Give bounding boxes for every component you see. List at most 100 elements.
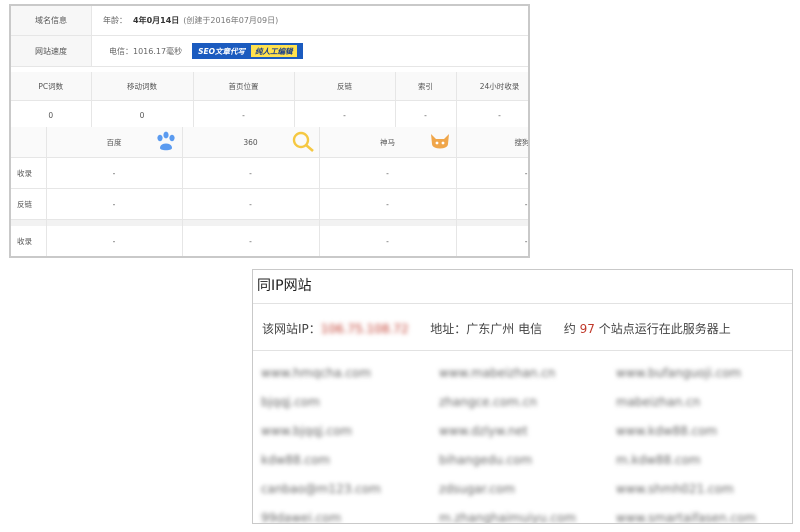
divider xyxy=(253,350,792,351)
site-link[interactable]: mabeizhan.cn xyxy=(616,395,700,409)
engine-cell: - xyxy=(46,226,183,256)
site-link[interactable]: zdsugar.com xyxy=(439,482,515,496)
engine-header-blank xyxy=(11,127,47,158)
speed-value: 电信：1016.17毫秒 xyxy=(109,46,183,56)
engine-row: 收录 - - - - xyxy=(11,226,528,256)
site-link[interactable]: m.zhanghaimuiyu.com xyxy=(439,511,576,523)
site-row: www.hmqcha.com www.mabeizhan.cn www.bufa… xyxy=(261,366,781,395)
engine-cell: - xyxy=(46,257,182,259)
site-row: bjqqj.com zhangce.com.cn mabeizhan.cn xyxy=(261,395,781,424)
stats-header-home: 首页位置 xyxy=(193,72,295,101)
site-link[interactable]: canbao@m123.com xyxy=(261,482,381,496)
engine-row: 收录 - - - - xyxy=(11,157,528,189)
stats-value-24h: - xyxy=(456,100,528,130)
site-link[interactable]: www.smartaifasen.com xyxy=(616,511,756,523)
stats-header-backlink: 反链 xyxy=(294,72,396,101)
site-row: www.bjqqj.com www.dzlyw.net www.kdw88.co… xyxy=(261,424,781,453)
domain-info-row: 域名信息 年龄： 4年0月14日 (创建于2016年07月09日) xyxy=(11,6,528,36)
stats-header-mobile: 移动词数 xyxy=(91,72,194,101)
stats-value-mobile: 0 xyxy=(91,100,194,130)
created-date: (创建于2016年07月09日) xyxy=(183,16,279,25)
divider xyxy=(253,303,792,304)
stats-value-index: - xyxy=(395,100,457,130)
site-link[interactable]: www.bjqqj.com xyxy=(261,424,352,438)
engine-cell: - xyxy=(182,188,320,220)
engine-cell: - xyxy=(319,157,457,189)
engine-header-360: 360 xyxy=(182,127,320,158)
age-value: 4年0月14日 xyxy=(133,16,180,25)
speed-row: 网站速度 电信：1016.17毫秒 SEO文章代写 纯人工编辑 xyxy=(11,36,528,67)
engine-row-label: 反链 xyxy=(11,257,46,259)
badge-text: SEO文章代写 xyxy=(198,46,245,56)
site-link[interactable]: kdw88.com xyxy=(261,453,330,467)
stats-header-index: 索引 xyxy=(395,72,457,101)
engine-row-label: 收录 xyxy=(11,157,47,189)
badge-tag: 纯人工编辑 xyxy=(251,45,297,57)
site-link[interactable]: m.kdw88.com xyxy=(616,453,701,467)
speed-value-wrap: 电信：1016.17毫秒 SEO文章代写 纯人工编辑 xyxy=(103,36,303,66)
stats-value-backlink: - xyxy=(294,100,396,130)
engine-cell: - xyxy=(319,257,456,259)
ip-label: 该网站IP： xyxy=(262,322,321,336)
engine-row: 反链 - - - - xyxy=(11,188,528,220)
site-link[interactable]: www.mabeizhan.cn xyxy=(439,366,555,380)
engine-header-sogou: 搜狗 xyxy=(456,127,530,158)
engine-cell: - xyxy=(46,157,183,189)
address-label: 地址： xyxy=(430,322,467,336)
engine-cell: - xyxy=(456,188,528,220)
stats-value-pc: 0 xyxy=(11,100,92,130)
address-value: 广东广州 电信 xyxy=(466,322,543,336)
site-link[interactable]: www.shmh021.com xyxy=(616,482,734,496)
site-link[interactable]: 99dawei.com xyxy=(261,511,341,523)
site-link[interactable]: bihangedu.com xyxy=(439,453,532,467)
same-ip-title: 同IP网站 xyxy=(257,278,312,294)
site-link[interactable]: www.bufanguoji.com xyxy=(616,366,741,380)
site-count: 97 xyxy=(579,322,595,336)
site-row: canbao@m123.com zdsugar.com www.shmh021.… xyxy=(261,482,781,511)
site-link[interactable]: www.dzlyw.net xyxy=(439,424,528,438)
stats-header-24h: 24小时收录 xyxy=(456,72,528,101)
site-row: kdw88.com bihangedu.com m.kdw88.com xyxy=(261,453,781,482)
site-link[interactable]: www.kdw88.com xyxy=(616,424,717,438)
engine-row-label: 收录 xyxy=(11,226,47,256)
engine-name-shenma: 神马 xyxy=(380,137,395,147)
same-ip-panel: 同IP网站 该网站IP：106.75.108.72 地址：广东广州 电信 约 9… xyxy=(252,269,793,524)
engine-row: 反链 - - - - xyxy=(11,257,530,259)
site-row: 99dawei.com m.zhanghaimuiyu.com www.smar… xyxy=(261,511,781,523)
domain-info-label: 域名信息 xyxy=(11,6,92,35)
engine-header-shenma: 神马 xyxy=(319,127,457,158)
engine-row-label: 反链 xyxy=(11,188,47,220)
stats-value-home: - xyxy=(193,100,295,130)
count-prefix: 约 xyxy=(563,322,576,336)
engine-name-360: 360 xyxy=(243,137,258,147)
engine-cell: - xyxy=(319,188,457,220)
engine-cell: - xyxy=(182,257,319,259)
engine-table: 百度 360 神马 搜狗 收录 - - - - 反链 - - - - 收录 - … xyxy=(11,127,530,259)
engine-cell: - xyxy=(182,157,320,189)
engine-cell: - xyxy=(456,157,528,189)
stats-header-pc: PC词数 xyxy=(11,72,92,101)
engine-cell: - xyxy=(182,226,320,256)
engine-header-baidu: 百度 xyxy=(46,127,183,158)
engine-cell: - xyxy=(319,226,457,256)
site-link[interactable]: bjqqj.com xyxy=(261,395,320,409)
paw-icon xyxy=(156,131,175,151)
engine-cell: - xyxy=(46,188,183,220)
speed-label: 网站速度 xyxy=(11,36,92,66)
count-suffix: 个站点运行在此服务器上 xyxy=(598,322,731,336)
domain-age-value: 年龄： 4年0月14日 (创建于2016年07月09日) xyxy=(103,6,278,35)
ip-value: 106.75.108.72 xyxy=(320,322,409,336)
same-ip-site-list: www.hmqcha.com www.mabeizhan.cn www.bufa… xyxy=(261,366,781,523)
ip-info-line: 该网站IP：106.75.108.72 地址：广东广州 电信 约 97 个站点运… xyxy=(262,320,731,337)
engine-cell: - xyxy=(456,257,530,259)
age-prefix: 年龄： xyxy=(103,16,127,25)
engine-name-baidu: 百度 xyxy=(106,137,122,147)
site-link[interactable]: www.hmqcha.com xyxy=(261,366,371,380)
stats-table: PC词数 移动词数 首页位置 反链 索引 24小时收录 0 0 - - - - xyxy=(11,72,528,130)
site-info-panel: 域名信息 年龄： 4年0月14日 (创建于2016年07月09日) 网站速度 电… xyxy=(9,4,530,258)
engine-name-sogou: 搜狗 xyxy=(514,137,530,147)
magnifier-icon xyxy=(292,131,314,152)
cat-icon xyxy=(430,134,449,149)
seo-ad-badge[interactable]: SEO文章代写 纯人工编辑 xyxy=(192,43,303,59)
site-link[interactable]: zhangce.com.cn xyxy=(439,395,537,409)
